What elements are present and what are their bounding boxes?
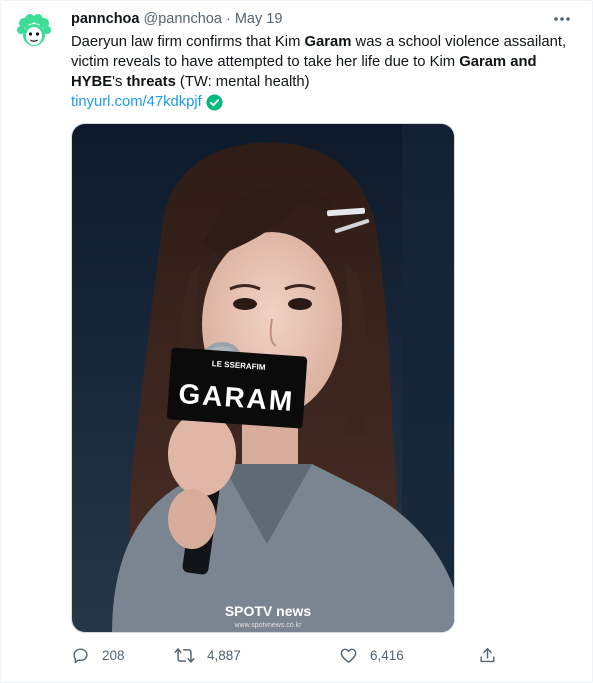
share-upload-icon [480,648,495,663]
tweet-link[interactable]: tinyurl.com/47kdkpjf [71,92,202,112]
reply-button[interactable]: 208 [71,646,125,665]
tweet-media-photo[interactable]: LE SSERAFIM GARAM SPOTV news www.spotvne… [71,123,455,633]
tweet-date[interactable]: May 19 [235,11,283,27]
display-name[interactable]: pannchoa [71,11,139,27]
tweet-actions: 208 4,887 6,416 [71,646,501,670]
heart-icon [340,648,357,663]
retweet-count: 4,887 [207,648,241,663]
sheep-avatar-icon [14,11,54,51]
tweet-text: Daeryun law firm confirms that Kim Garam… [71,32,576,92]
more-button[interactable] [550,9,574,29]
link-line: tinyurl.com/47kdkpjf [71,92,223,112]
text-segment: 's [112,74,127,90]
highlight-and: and [510,54,537,70]
reply-bubble-icon [73,648,88,664]
tweet-card[interactable]: pannchoa @pannchoa · May 19 Daeryun law … [0,0,593,683]
tweet-header: pannchoa @pannchoa · May 19 [71,10,282,28]
highlight-garam: Garam [304,34,352,50]
like-button[interactable]: 6,416 [339,646,404,665]
retweet-icon [174,648,195,663]
photo-illustration: LE SSERAFIM GARAM SPOTV news www.spotvne… [72,124,454,632]
watermark-url: www.spotvnews.co.kr [234,622,303,629]
watermark-brand: SPOTV news [225,603,312,619]
text-segment: (TW: mental health) [175,74,310,90]
header-separator: · [225,11,231,27]
highlight-hybe: HYBE [71,74,113,90]
avatar[interactable] [14,11,54,51]
checkmark-badge-icon [206,94,223,110]
retweet-button[interactable]: 4,887 [174,646,241,665]
text-segment: Daeryun law firm confirms that Kim [71,34,305,50]
highlight-garam: Garam [459,54,507,70]
share-button[interactable] [478,646,497,665]
user-handle[interactable]: @pannchoa [144,11,222,27]
highlight-threats: threats [126,74,176,90]
more-dots-icon [554,17,570,21]
reply-count: 208 [102,648,125,663]
like-count: 6,416 [370,648,404,663]
